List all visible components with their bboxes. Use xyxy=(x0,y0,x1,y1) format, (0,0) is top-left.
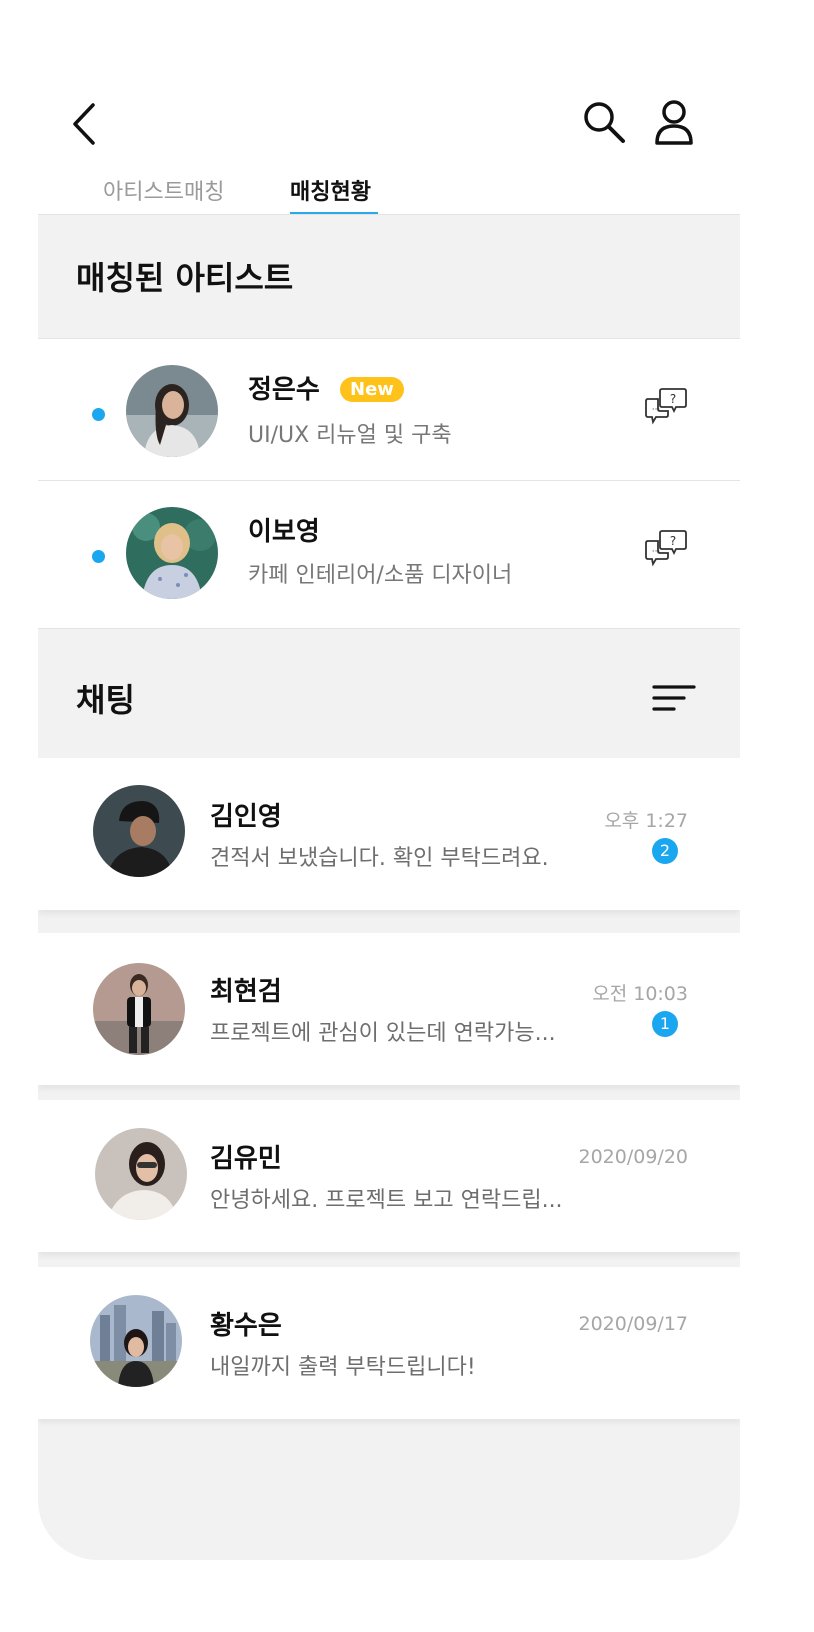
chat-time: 2020/09/17 xyxy=(578,1313,688,1335)
matched-artist-item[interactable]: 이보영 카페 인테리어/소품 디자이너 ? ··· xyxy=(38,480,740,629)
svg-text:?: ? xyxy=(670,392,676,406)
chat-question-icon[interactable]: ? ··· xyxy=(644,385,688,425)
avatar xyxy=(93,785,185,877)
chat-question-icon[interactable]: ? ··· xyxy=(644,527,688,567)
svg-text:?: ? xyxy=(670,534,676,548)
sort-icon[interactable] xyxy=(650,679,698,719)
unread-count-badge: 1 xyxy=(652,1011,678,1037)
profile-button[interactable] xyxy=(650,98,698,146)
chat-section-header: 채팅 xyxy=(38,628,740,759)
matched-artist-item[interactable]: 정은수 New UI/UX 리뉴얼 및 구축 ? ··· xyxy=(38,338,740,487)
chat-name: 최현검 xyxy=(210,977,282,1007)
chat-time: 오전 10:03 xyxy=(592,983,688,1005)
search-button[interactable] xyxy=(580,98,628,146)
tab-matching-status[interactable]: 매칭현황 xyxy=(290,175,371,217)
new-badge: New xyxy=(340,377,404,402)
chat-name: 황수은 xyxy=(210,1311,282,1341)
back-arrow-icon xyxy=(73,103,95,145)
chat-preview: 내일까지 출력 부탁드립니다! xyxy=(210,1355,476,1380)
chat-time: 2020/09/20 xyxy=(578,1146,688,1168)
back-button[interactable] xyxy=(60,100,108,148)
avatar xyxy=(95,1128,187,1220)
artist-subtitle: UI/UX 리뉴얼 및 구축 xyxy=(248,423,452,448)
svg-text:···: ··· xyxy=(652,405,661,415)
chat-preview: 안녕하세요. 프로젝트 보고 연락드립... xyxy=(210,1188,563,1213)
content-container: 매칭된 아티스트 정은수 New UI/UX 리뉴얼 및 구축 ? ··· 이보… xyxy=(38,215,740,1560)
chat-list-item[interactable]: 황수은 2020/09/17 내일까지 출력 부탁드립니다! xyxy=(38,1267,740,1419)
artist-name: 이보영 xyxy=(248,517,320,547)
profile-icon xyxy=(655,100,693,145)
chat-section-title: 채팅 xyxy=(76,681,135,719)
chat-list-item[interactable]: 김인영 오후 1:27 견적서 보냈습니다. 확인 부탁드려요. 2 xyxy=(38,758,740,910)
avatar xyxy=(126,507,218,599)
chat-list-item[interactable]: 최현검 오전 10:03 프로젝트에 관심이 있는데 연락가능... 1 xyxy=(38,933,740,1085)
avatar xyxy=(90,1295,182,1387)
avatar xyxy=(126,365,218,457)
chat-name: 김인영 xyxy=(210,802,282,832)
tab-artist-matching[interactable]: 아티스트매칭 xyxy=(103,175,224,217)
artist-name: 정은수 xyxy=(248,375,320,405)
svg-text:···: ··· xyxy=(652,547,661,557)
chat-time: 오후 1:27 xyxy=(604,810,688,832)
online-dot xyxy=(92,408,105,421)
artist-subtitle: 카페 인테리어/소품 디자이너 xyxy=(248,563,513,588)
chat-preview: 프로젝트에 관심이 있는데 연락가능... xyxy=(210,1021,556,1046)
unread-count-badge: 2 xyxy=(652,838,678,864)
tab-bar: 아티스트매칭 매칭현황 xyxy=(0,175,740,217)
chat-name: 김유민 xyxy=(210,1144,282,1174)
chat-preview: 견적서 보냈습니다. 확인 부탁드려요. xyxy=(210,846,549,871)
matched-section-header: 매칭된 아티스트 xyxy=(38,215,740,338)
chat-list-item[interactable]: 김유민 2020/09/20 안녕하세요. 프로젝트 보고 연락드립... xyxy=(38,1100,740,1252)
matched-section-title: 매칭된 아티스트 xyxy=(76,259,294,297)
search-icon xyxy=(584,102,625,143)
online-dot xyxy=(92,550,105,563)
avatar xyxy=(93,963,185,1055)
